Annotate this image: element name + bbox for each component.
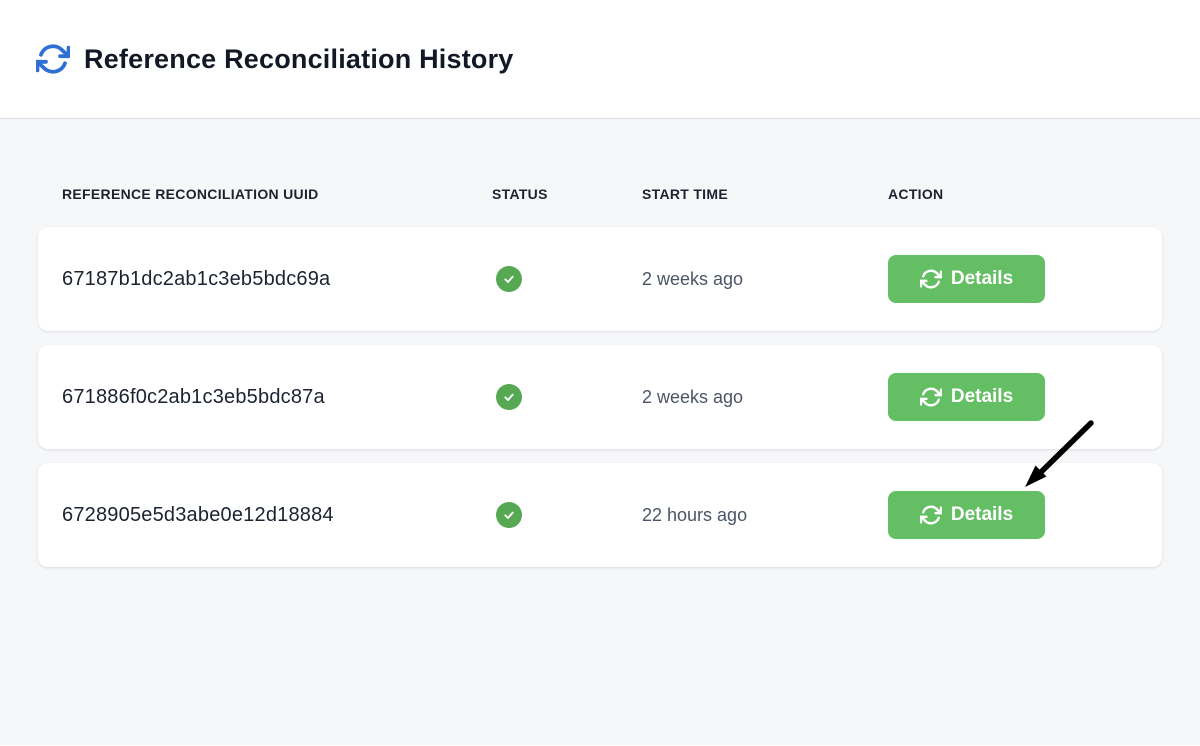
uuid-cell: 6728905e5d3abe0e12d18884: [62, 504, 492, 527]
page-title: Reference Reconciliation History: [84, 44, 514, 75]
action-cell: Details: [888, 255, 1138, 303]
refresh-icon: [36, 42, 70, 76]
details-button-label: Details: [951, 268, 1013, 290]
refresh-icon: [920, 268, 942, 290]
table-row: 6728905e5d3abe0e12d18884 22 hours ago De…: [38, 463, 1162, 567]
action-cell: Details: [888, 491, 1138, 539]
start-time-cell: 22 hours ago: [642, 505, 888, 526]
status-success-check-icon: [496, 502, 522, 528]
table-body: 67187b1dc2ab1c3eb5bdc69a 2 weeks ago Det…: [38, 227, 1162, 567]
refresh-icon: [920, 386, 942, 408]
uuid-cell: 67187b1dc2ab1c3eb5bdc69a: [62, 268, 492, 291]
details-button[interactable]: Details: [888, 373, 1045, 421]
uuid-cell: 671886f0c2ab1c3eb5bdc87a: [62, 386, 492, 409]
status-success-check-icon: [496, 384, 522, 410]
status-success-check-icon: [496, 266, 522, 292]
page-header: Reference Reconciliation History: [0, 0, 1200, 119]
content-area: REFERENCE RECONCILIATION UUID STATUS STA…: [0, 119, 1200, 745]
column-header-start-time: START TIME: [642, 186, 888, 202]
table-row: 671886f0c2ab1c3eb5bdc87a 2 weeks ago Det…: [38, 345, 1162, 449]
status-cell: [492, 266, 642, 292]
status-cell: [492, 384, 642, 410]
column-header-status: STATUS: [492, 186, 642, 202]
details-button[interactable]: Details: [888, 491, 1045, 539]
details-button[interactable]: Details: [888, 255, 1045, 303]
table-row: 67187b1dc2ab1c3eb5bdc69a 2 weeks ago Det…: [38, 227, 1162, 331]
status-cell: [492, 502, 642, 528]
column-header-action: ACTION: [888, 186, 1138, 202]
table-header-row: REFERENCE RECONCILIATION UUID STATUS STA…: [38, 186, 1162, 202]
refresh-icon: [920, 504, 942, 526]
start-time-cell: 2 weeks ago: [642, 387, 888, 408]
action-cell: Details: [888, 373, 1138, 421]
start-time-cell: 2 weeks ago: [642, 269, 888, 290]
column-header-uuid: REFERENCE RECONCILIATION UUID: [62, 186, 492, 202]
details-button-label: Details: [951, 386, 1013, 408]
details-button-label: Details: [951, 504, 1013, 526]
